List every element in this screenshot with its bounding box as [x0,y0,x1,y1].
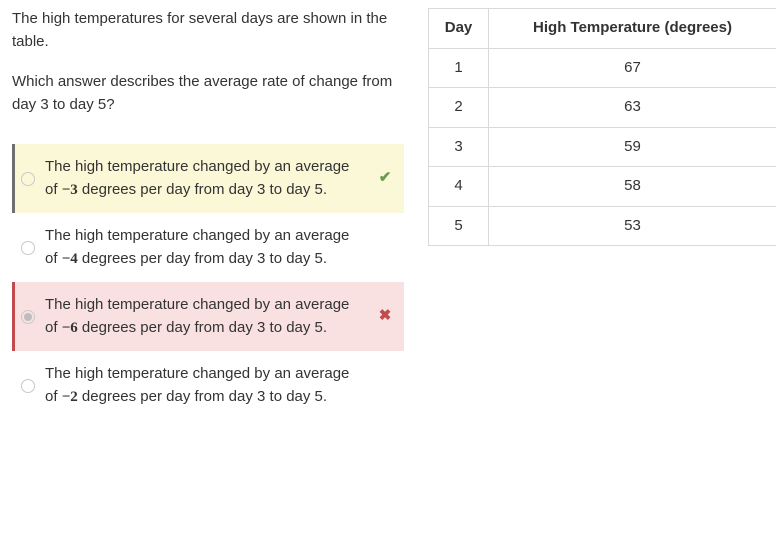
prompt-text: The high temperatures for several days a… [12,8,404,53]
choice-text-post: degrees per day from day 3 to day 5. [78,319,327,336]
cell-temp: 58 [489,167,776,207]
cell-temp: 53 [489,206,776,246]
cell-day: 5 [429,206,489,246]
cross-icon: ✖ [376,305,394,328]
radio-icon [21,310,35,324]
cell-day: 1 [429,48,489,88]
data-table-panel: Day High Temperature (degrees) 1 67 2 63… [428,8,776,532]
check-icon: ✔ [376,167,394,190]
cell-day: 3 [429,127,489,167]
table-row: 3 59 [429,127,776,167]
choice-number: −4 [62,251,78,267]
choice-number: −6 [62,320,78,336]
cell-temp: 67 [489,48,776,88]
header-temp: High Temperature (degrees) [489,9,776,49]
question-text: Which answer describes the average rate … [12,71,404,116]
choice-text: The high temperature changed by an avera… [45,294,366,339]
choice-text-post: degrees per day from day 3 to day 5. [78,181,327,198]
answer-choices: The high temperature changed by an avera… [12,144,404,420]
choice-text: The high temperature changed by an avera… [45,156,366,201]
radio-icon [21,172,35,186]
choice-text: The high temperature changed by an avera… [45,225,366,270]
cell-day: 2 [429,88,489,128]
radio-icon [21,379,35,393]
choice-text-post: degrees per day from day 3 to day 5. [78,250,327,267]
temperature-table: Day High Temperature (degrees) 1 67 2 63… [428,8,776,246]
answer-choice-a[interactable]: The high temperature changed by an avera… [12,144,404,213]
answer-choice-b[interactable]: The high temperature changed by an avera… [12,213,404,282]
header-day: Day [429,9,489,49]
table-row: 1 67 [429,48,776,88]
answer-choice-d[interactable]: The high temperature changed by an avera… [12,351,404,420]
radio-icon [21,241,35,255]
choice-text-post: degrees per day from day 3 to day 5. [78,388,327,405]
choice-text: The high temperature changed by an avera… [45,363,366,408]
table-row: 2 63 [429,88,776,128]
cell-day: 4 [429,167,489,207]
table-header-row: Day High Temperature (degrees) [429,9,776,49]
choice-number: −3 [62,182,78,198]
cell-temp: 63 [489,88,776,128]
question-panel: The high temperatures for several days a… [12,8,404,532]
cell-temp: 59 [489,127,776,167]
answer-choice-c[interactable]: The high temperature changed by an avera… [12,282,404,351]
choice-number: −2 [62,389,78,405]
table-row: 4 58 [429,167,776,207]
table-row: 5 53 [429,206,776,246]
